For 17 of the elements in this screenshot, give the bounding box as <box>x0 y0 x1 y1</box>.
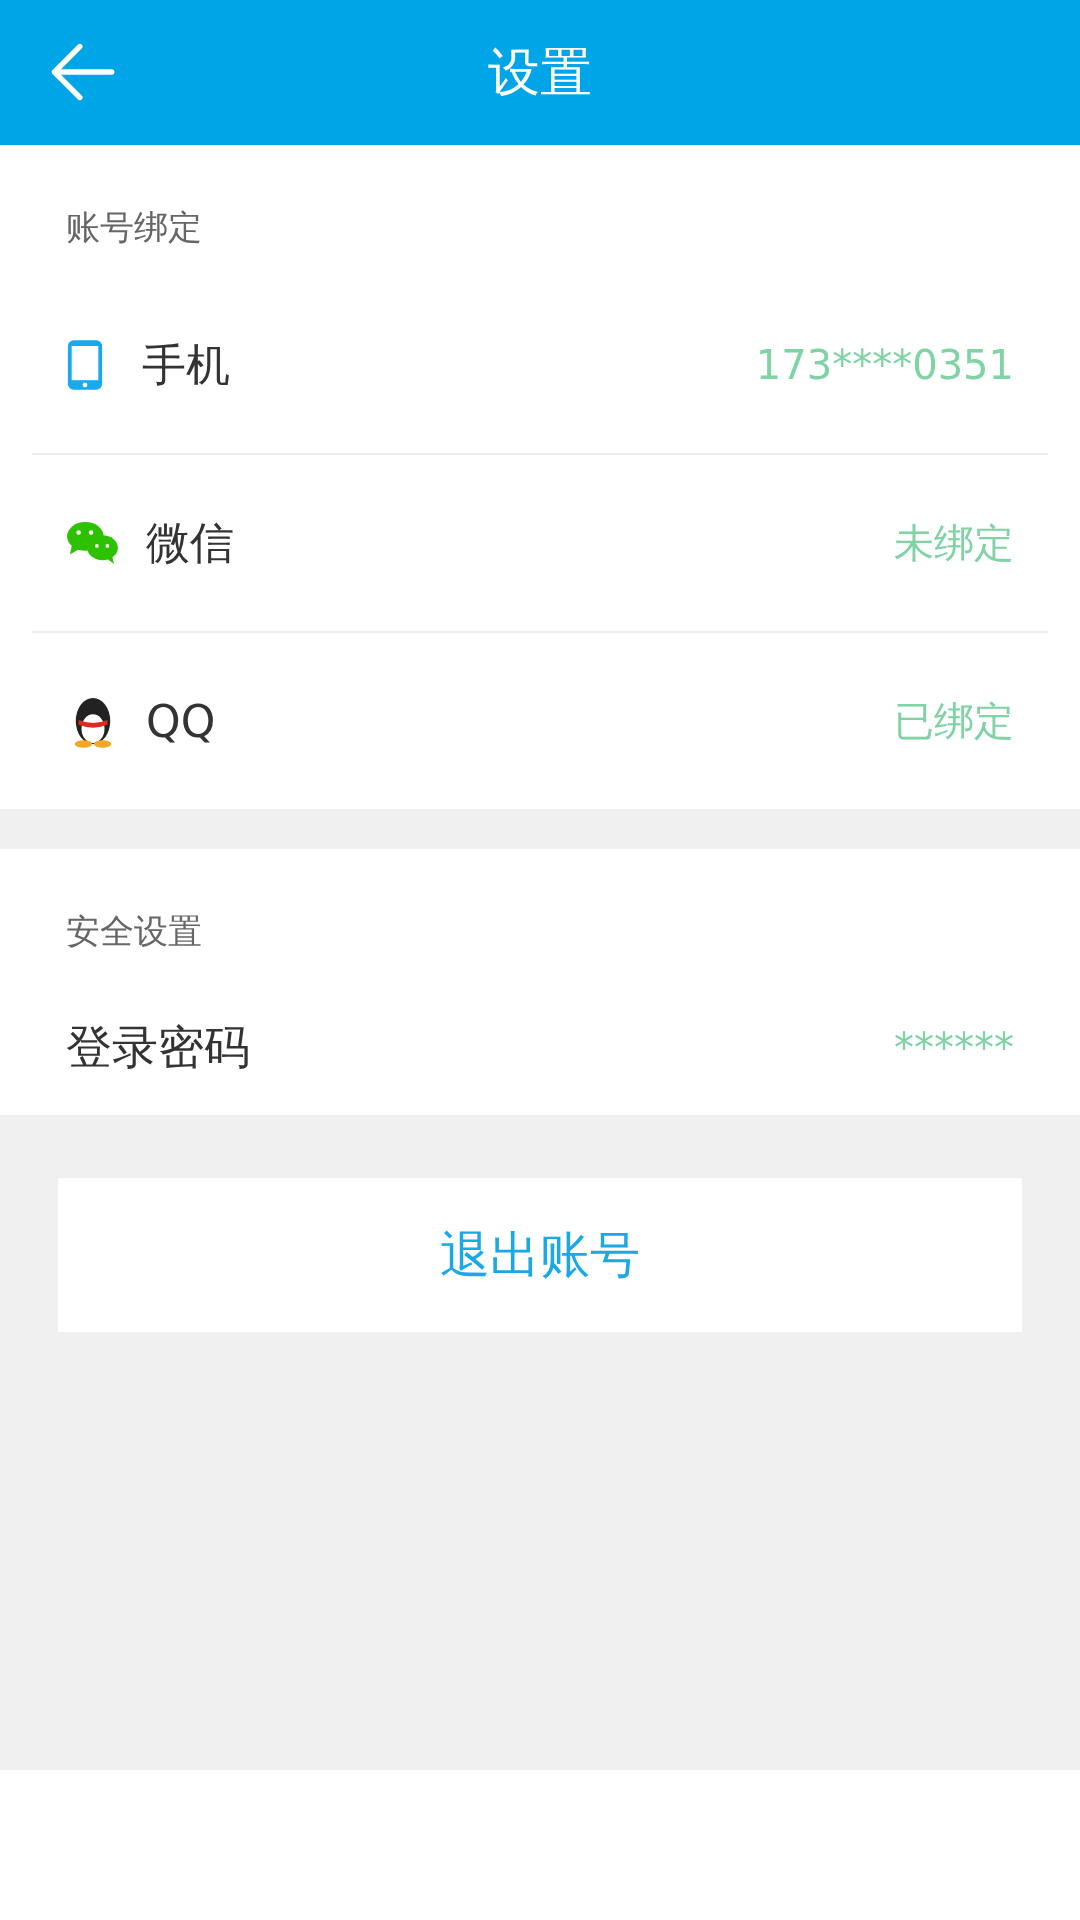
row-value: 173****0351 <box>755 342 1014 388</box>
settings-row[interactable]: 手机 173****0351 <box>32 277 1048 455</box>
row-value: ****** <box>894 1025 1014 1071</box>
section-title: 安全设置 <box>65 910 203 953</box>
settings-row[interactable]: 登录密码 ****** <box>32 981 1048 1115</box>
settings-row[interactable]: 微信 未绑定 <box>32 455 1048 633</box>
row-value: 已绑定 <box>894 696 1014 746</box>
row-label: 登录密码 <box>66 1019 251 1076</box>
settings-row[interactable]: QQ 已绑定 <box>32 633 1048 809</box>
chat-icon <box>66 520 120 566</box>
row-label: 手机 <box>142 337 231 392</box>
phone-icon <box>66 337 104 393</box>
row-label: QQ <box>146 695 217 747</box>
row-value: 未绑定 <box>894 518 1014 568</box>
row-label: 微信 <box>146 515 235 570</box>
page-title: 设置 <box>488 40 592 104</box>
section-title: 账号绑定 <box>65 206 203 249</box>
